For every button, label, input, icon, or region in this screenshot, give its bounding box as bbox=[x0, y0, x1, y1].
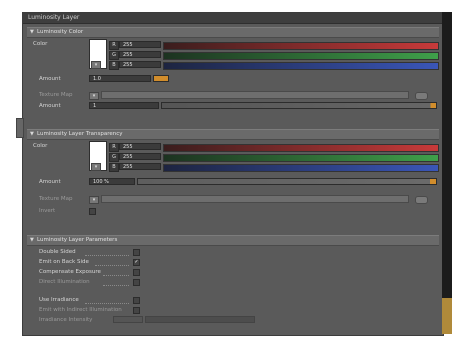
color-label: Color bbox=[33, 143, 48, 149]
section-title: Luminosity Layer Transparency bbox=[37, 131, 123, 137]
channel-g-label: G bbox=[109, 51, 119, 60]
channel-g-field[interactable]: 255 bbox=[119, 51, 161, 58]
channel-g-slider[interactable] bbox=[163, 52, 439, 60]
double-sided-label: Double Sided bbox=[39, 249, 76, 255]
channel-b-field[interactable]: 255 bbox=[119, 163, 161, 170]
texture-map-toggle[interactable] bbox=[415, 92, 428, 100]
dotted-leader bbox=[103, 284, 129, 286]
channel-b-field[interactable]: 255 bbox=[119, 61, 161, 68]
channel-r-label: R bbox=[109, 41, 119, 50]
expand-triangle-icon: ▼ bbox=[30, 131, 34, 137]
channel-b-label: B bbox=[109, 163, 119, 172]
compensate-exposure-label: Compensate Exposure bbox=[39, 269, 101, 275]
section-title: Luminosity Layer Parameters bbox=[37, 237, 118, 243]
invert-checkbox[interactable] bbox=[89, 208, 96, 215]
amount-bar-fill bbox=[138, 179, 436, 184]
channel-r-label: R bbox=[109, 143, 119, 152]
use-irradiance-checkbox[interactable] bbox=[133, 297, 140, 304]
collapse-panel-handle[interactable] bbox=[16, 118, 24, 138]
direct-illumination-checkbox[interactable] bbox=[133, 279, 140, 286]
slider-fill bbox=[164, 145, 438, 151]
luminosity-layer-panel: Luminosity Layer ▼ Luminosity Color Colo… bbox=[22, 12, 444, 336]
channel-r-field[interactable]: 255 bbox=[119, 143, 161, 150]
texture-map-menu-button[interactable]: ▾ bbox=[89, 196, 99, 204]
dotted-leader bbox=[103, 274, 129, 276]
luminosity-parameters-header[interactable]: ▼ Luminosity Layer Parameters bbox=[27, 235, 439, 246]
channel-g-slider[interactable] bbox=[163, 154, 439, 162]
irradiance-intensity-label: Irradiance Intensity bbox=[39, 317, 93, 323]
channel-b-slider[interactable] bbox=[163, 62, 439, 70]
panel-title: Luminosity Layer bbox=[23, 13, 443, 24]
amount2-field[interactable]: 1 bbox=[89, 102, 159, 109]
dotted-leader bbox=[95, 264, 129, 266]
slider-fill bbox=[164, 53, 438, 59]
dotted-leader bbox=[85, 302, 129, 304]
slider-fill bbox=[164, 155, 438, 161]
amount2-label: Amount bbox=[39, 103, 61, 109]
amount-label: Amount bbox=[39, 76, 61, 82]
texture-map-label: Texture Map bbox=[39, 92, 73, 98]
emit-back-checkbox[interactable]: ✓ bbox=[133, 259, 140, 266]
irradiance-intensity-field[interactable] bbox=[113, 316, 143, 323]
slider-fill bbox=[164, 165, 438, 171]
emit-indirect-checkbox[interactable] bbox=[133, 307, 140, 314]
irradiance-intensity-bar[interactable] bbox=[145, 316, 255, 323]
section-title: Luminosity Color bbox=[37, 29, 84, 35]
channel-r-slider[interactable] bbox=[163, 144, 439, 152]
expand-triangle-icon: ▼ bbox=[30, 29, 34, 35]
use-irradiance-label: Use Irradiance bbox=[39, 297, 79, 303]
slider-fill bbox=[164, 63, 438, 69]
amount-label: Amount bbox=[39, 179, 61, 185]
amount2-bar[interactable] bbox=[161, 102, 437, 109]
viewport-image bbox=[442, 298, 452, 334]
emit-back-label: Emit on Back Side bbox=[39, 259, 89, 265]
texture-map-label: Texture Map bbox=[39, 196, 73, 202]
texture-map-menu-button[interactable]: ▾ bbox=[89, 92, 99, 100]
channel-b-label: B bbox=[109, 61, 119, 70]
expand-triangle-icon: ▼ bbox=[30, 237, 34, 243]
hsv-toggle-button[interactable]: ▾ bbox=[91, 61, 101, 69]
channel-b-slider[interactable] bbox=[163, 164, 439, 172]
channel-r-field[interactable]: 255 bbox=[119, 41, 161, 48]
amount-field[interactable]: 100 % bbox=[89, 178, 135, 185]
channel-g-field[interactable]: 255 bbox=[119, 153, 161, 160]
amount-bar[interactable] bbox=[153, 75, 169, 82]
color-label: Color bbox=[33, 41, 48, 47]
amount-field[interactable]: 1.0 bbox=[89, 75, 151, 82]
amount-bar-fill bbox=[154, 76, 168, 81]
hsv-toggle-button[interactable]: ▾ bbox=[91, 163, 101, 171]
luminosity-transparency-header[interactable]: ▼ Luminosity Layer Transparency bbox=[27, 129, 439, 140]
compensate-exposure-checkbox[interactable] bbox=[133, 269, 140, 276]
slider-fill bbox=[164, 43, 438, 49]
luminosity-color-header[interactable]: ▼ Luminosity Color bbox=[27, 27, 439, 38]
channel-g-label: G bbox=[109, 153, 119, 162]
texture-map-slot[interactable] bbox=[101, 91, 409, 99]
invert-label: Invert bbox=[39, 208, 56, 214]
double-sided-checkbox[interactable] bbox=[133, 249, 140, 256]
channel-r-slider[interactable] bbox=[163, 42, 439, 50]
texture-map-toggle[interactable] bbox=[415, 196, 428, 204]
texture-map-slot[interactable] bbox=[101, 195, 409, 203]
direct-illumination-label: Direct Illumination bbox=[39, 279, 90, 285]
viewport-edge bbox=[442, 12, 452, 334]
amount-bar[interactable] bbox=[137, 178, 437, 185]
amount2-bar-fill bbox=[162, 103, 436, 108]
emit-indirect-label: Emit with Indirect Illumination bbox=[39, 307, 122, 313]
dotted-leader bbox=[85, 254, 129, 256]
